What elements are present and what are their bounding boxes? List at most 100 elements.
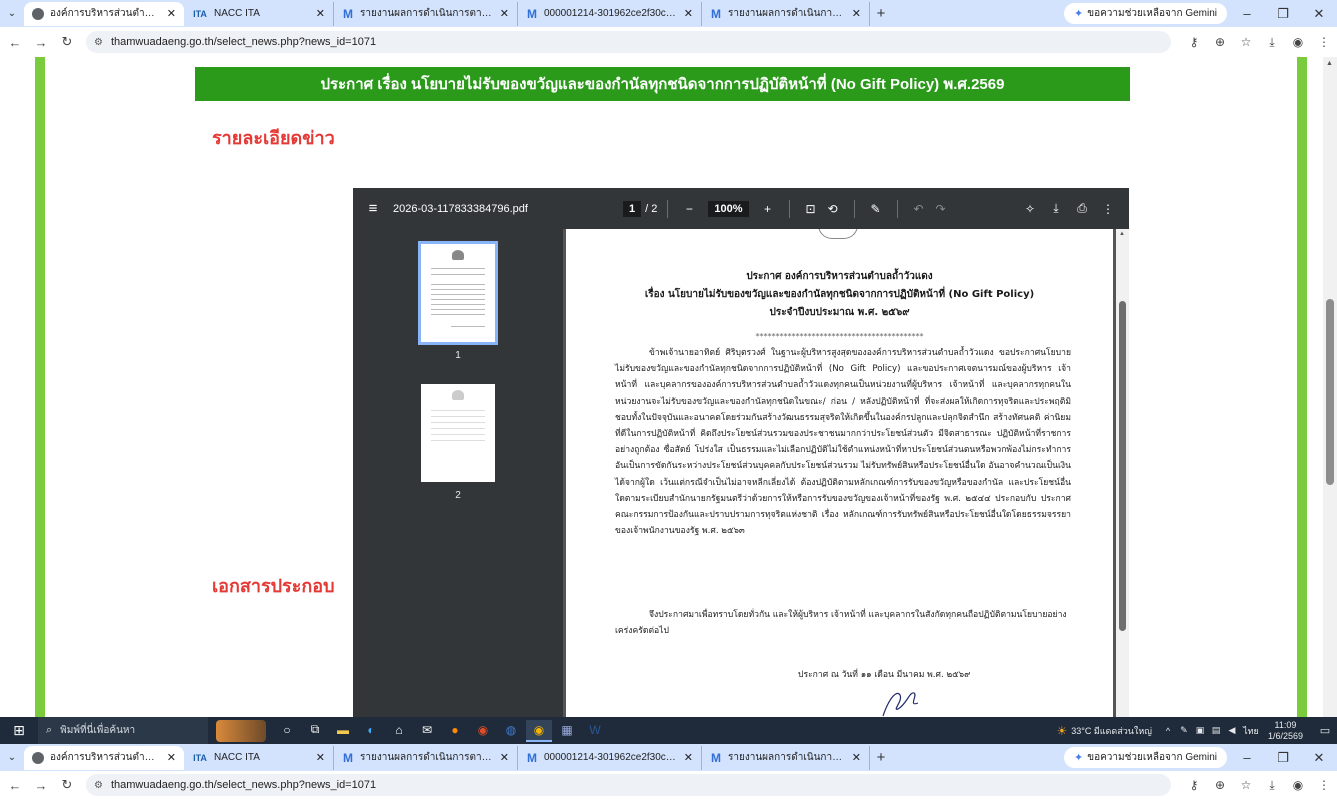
volume-icon[interactable]: ◀ [1224, 725, 1240, 736]
page-number-input[interactable]: 1 [623, 200, 642, 217]
edge-icon[interactable]: ◐ [358, 720, 384, 742]
close-tab-icon[interactable]: ✕ [316, 7, 325, 20]
thumbnail-page-1[interactable]: 1 [418, 241, 498, 361]
mail-icon[interactable]: ✉ [414, 720, 440, 742]
close-tab-icon[interactable]: ✕ [852, 7, 861, 20]
pdf-download-icon[interactable]: ⤓ [1043, 201, 1069, 216]
close-tab-icon[interactable]: ✕ [167, 751, 176, 764]
app-icon[interactable]: ▦ [554, 720, 580, 742]
pdf-scrollbar[interactable]: ▲ [1116, 229, 1129, 717]
close-window-icon[interactable]: ✕ [1301, 6, 1337, 22]
network-icon[interactable]: ▤ [1208, 725, 1224, 736]
maximize-icon[interactable]: ❐ [1265, 6, 1301, 22]
print-icon[interactable]: ⎙ [1069, 201, 1095, 216]
tab-doc-id[interactable]: M 000001214-301962ce2f30c610 ✕ [518, 745, 702, 770]
new-tab-button[interactable]: + [870, 5, 892, 22]
close-tab-icon[interactable]: ✕ [167, 7, 176, 20]
ai-assist-icon[interactable]: ✧ [1017, 202, 1043, 216]
close-tab-icon[interactable]: ✕ [316, 751, 325, 764]
forward-icon[interactable]: → [30, 778, 52, 793]
zoom-in-icon[interactable]: + [757, 202, 779, 216]
word-icon[interactable]: W [582, 720, 608, 742]
url-field[interactable]: ⚙ thamwuadaeng.go.th/select_news.php?new… [86, 31, 1171, 53]
tab-report-2[interactable]: M รายงานผลการดำเนินการตามแผนฯ ✕ [702, 1, 870, 26]
undo-icon[interactable]: ↶ [908, 202, 930, 216]
tab-obt[interactable]: องค์การบริหารส่วนตำบลถ้ำวัวแดง อำเภอ ✕ [24, 745, 184, 770]
close-tab-icon[interactable]: ✕ [684, 751, 693, 764]
scroll-up-arrow-icon[interactable]: ▲ [1326, 60, 1333, 67]
taskbar-search-box[interactable]: ⌕ พิมพ์ที่นี่เพื่อค้นหา [38, 717, 208, 744]
profile-icon[interactable]: ◉ [1285, 35, 1311, 49]
fit-page-icon[interactable]: ⊡ [800, 202, 822, 216]
reload-icon[interactable]: ↻ [56, 777, 78, 793]
back-icon[interactable]: ← [4, 778, 26, 793]
close-tab-icon[interactable]: ✕ [500, 7, 509, 20]
tab-report-2[interactable]: M รายงานผลการดำเนินการตามแผนฯ ✕ [702, 745, 870, 770]
site-info-icon[interactable]: ⚙ [94, 37, 103, 48]
zoom-icon[interactable]: ⊕ [1207, 35, 1233, 49]
gemini-button[interactable]: ✦ ขอความช่วยเหลือจาก Gemini [1064, 747, 1227, 768]
rotate-icon[interactable]: ⟲ [822, 202, 844, 216]
back-icon[interactable]: ← [4, 35, 26, 50]
weather-text[interactable]: 33°C มีแดดส่วนใหญ่ [1071, 724, 1152, 738]
zoom-level-input[interactable]: 100% [708, 200, 749, 217]
task-view-icon[interactable]: ⧉ [302, 720, 328, 742]
tray-chevron-icon[interactable]: ^ [1160, 726, 1176, 736]
chrome-alt-icon[interactable]: ◉ [470, 720, 496, 742]
page-scrollbar-thumb[interactable] [1326, 299, 1334, 485]
meet-icon[interactable]: ▣ [1192, 725, 1208, 736]
windows-start-icon[interactable]: ⊞ [0, 722, 38, 739]
site-info-icon[interactable]: ⚙ [94, 780, 103, 791]
notifications-icon[interactable]: ▭ [1313, 724, 1337, 737]
taskbar-clock[interactable]: 11:09 1/6/2569 [1268, 720, 1303, 742]
tab-nacc-ita[interactable]: ITA NACC ITA ✕ [184, 1, 334, 26]
store-icon[interactable]: ⌂ [386, 720, 412, 742]
page-scrollbar[interactable]: ▲ [1323, 57, 1337, 717]
new-tab-button[interactable]: + [870, 749, 892, 766]
pdf-more-icon[interactable]: ⋮ [1095, 202, 1121, 216]
profile-icon[interactable]: ◉ [1285, 778, 1311, 792]
zoom-icon[interactable]: ⊕ [1207, 778, 1233, 792]
chrome-icon[interactable]: ◉ [526, 719, 552, 742]
pdf-scrollbar-thumb[interactable] [1119, 301, 1126, 631]
minimize-icon[interactable]: – [1229, 750, 1265, 765]
tab-search-chevron-icon[interactable]: ⌄ [0, 8, 24, 19]
pdf-viewer[interactable]: ≡ 2026-03-117833384796.pdf 1 / 2 − 100% … [353, 188, 1129, 717]
download-icon[interactable]: ⤓ [1259, 35, 1285, 50]
forward-icon[interactable]: → [30, 35, 52, 50]
annotate-pen-icon[interactable]: ✎ [865, 202, 887, 216]
maximize-icon[interactable]: ❐ [1265, 750, 1301, 766]
reload-icon[interactable]: ↻ [56, 34, 78, 50]
app-icon[interactable]: ◍ [498, 720, 524, 742]
scroll-up-arrow-icon[interactable]: ▲ [1119, 231, 1125, 237]
menu-kebab-icon[interactable]: ⋮ [1311, 778, 1337, 792]
gemini-button[interactable]: ✦ ขอความช่วยเหลือจาก Gemini [1064, 3, 1227, 24]
firefox-icon[interactable]: ● [442, 720, 468, 742]
close-tab-icon[interactable]: ✕ [684, 7, 693, 20]
news-widget-image[interactable] [216, 719, 266, 742]
tab-nacc-ita[interactable]: ITA NACC ITA ✕ [184, 745, 334, 770]
menu-kebab-icon[interactable]: ⋮ [1311, 35, 1337, 49]
close-tab-icon[interactable]: ✕ [500, 751, 509, 764]
cortana-icon[interactable]: ○ [274, 720, 300, 742]
redo-icon[interactable]: ↷ [930, 202, 952, 216]
tab-doc-id[interactable]: M 000001214-301962ce2f30c610 ✕ [518, 1, 702, 26]
password-key-icon[interactable]: ⚷ [1181, 35, 1207, 49]
tab-search-chevron-icon[interactable]: ⌄ [0, 752, 24, 763]
download-icon[interactable]: ⤓ [1259, 778, 1285, 793]
close-tab-icon[interactable]: ✕ [852, 751, 861, 764]
minimize-icon[interactable]: – [1229, 6, 1265, 21]
bookmark-star-icon[interactable]: ☆ [1233, 35, 1259, 49]
tab-report-1[interactable]: M รายงานผลการดำเนินการตามแผนฯ ✕ [334, 1, 518, 26]
thumbnail-page-2[interactable]: 2 [418, 384, 498, 501]
close-window-icon[interactable]: ✕ [1301, 750, 1337, 766]
file-explorer-icon[interactable]: ▬ [330, 720, 356, 742]
pen-icon[interactable]: ✎ [1176, 725, 1192, 736]
url-field[interactable]: ⚙ thamwuadaeng.go.th/select_news.php?new… [86, 774, 1171, 796]
tab-report-1[interactable]: M รายงานผลการดำเนินการตามแผนฯ ✕ [334, 745, 518, 770]
sidebar-menu-icon[interactable]: ≡ [353, 200, 393, 217]
bookmark-star-icon[interactable]: ☆ [1233, 778, 1259, 792]
tab-obt[interactable]: องค์การบริหารส่วนตำบลถ้ำวัวแดง อำเภอ ✕ [24, 1, 184, 26]
input-language[interactable]: ไทย [1240, 724, 1262, 738]
zoom-out-icon[interactable]: − [678, 202, 700, 216]
